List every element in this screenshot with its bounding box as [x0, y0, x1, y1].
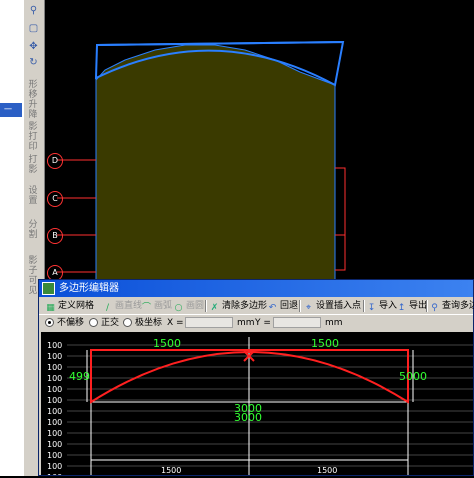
draw-arc-label: 画弧	[154, 301, 173, 311]
toolbar-label-3[interactable]: 打影	[27, 155, 39, 177]
rotate-icon[interactable]: ↻	[27, 56, 40, 69]
undo-icon: ↶	[268, 303, 277, 313]
row-label: 100	[47, 473, 62, 475]
right-dimension-bracket	[335, 167, 346, 271]
dialog-toolbar: ▦ 定义网格 ∕ 画直线 ⌒ 画弧 ○ 画圆 ✗ 清除多边形 ↶ 回退 ⌖ 设置插入点 ↧ 导入…	[39, 298, 474, 314]
radio-orthogonal[interactable]	[89, 318, 98, 327]
clear-polygon-button[interactable]: ✗ 清除多边形	[209, 299, 267, 313]
draw-circle-button[interactable]: ○ 画圆	[173, 299, 204, 313]
left-panel: 一	[0, 0, 24, 476]
row-label: 100	[47, 429, 62, 438]
draw-line-button[interactable]: ∕ 画直线	[102, 299, 142, 313]
set-insert-point-button[interactable]: ⌖ 设置插入点	[303, 299, 361, 313]
right-dimension: 5000	[399, 370, 427, 383]
x-label: X =	[167, 318, 184, 328]
bottom-dimension-right: 1500	[317, 466, 337, 475]
y-unit-label: mm	[325, 318, 343, 328]
radio-orthogonal-label: 正交	[101, 318, 120, 328]
row-label: 100	[47, 407, 62, 416]
row-label: 100	[47, 440, 62, 449]
zoom-window-icon[interactable]: ▢	[27, 22, 40, 35]
toolbar-separator	[299, 300, 301, 312]
y-input[interactable]	[273, 317, 321, 328]
row-label: 100	[47, 363, 62, 372]
row-label: 100	[47, 374, 62, 383]
insert-point-icon: ⌖	[305, 303, 312, 313]
radio-polar-label: 极坐标	[135, 318, 163, 328]
dialog-titlebar[interactable]: 多边形编辑器	[39, 280, 473, 297]
undo-button[interactable]: ↶ 回退	[267, 299, 298, 313]
polygon-drawing: 100 100 100 100 100 100 100 100 100 100 …	[47, 337, 473, 478]
toolbar-label-4[interactable]: 设置	[27, 186, 39, 208]
dialog-options-bar: 不偏移 正交 极坐标 X = mm Y = mm	[39, 314, 473, 331]
y-label: Y =	[255, 318, 271, 328]
line-icon: ∕	[105, 303, 110, 313]
radio-no-offset-label: 不偏移	[57, 318, 85, 328]
query-polygon-label: 查询多边	[442, 301, 474, 311]
polygon-editor-dialog: 多边形编辑器 ▦ 定义网格 ∕ 画直线 ⌒ 画弧 ○ 画圆 ✗ 清除多边形 ↶ 回退 ⌖ 设置…	[38, 279, 474, 478]
cad-drawing	[57, 40, 346, 281]
undo-label: 回退	[280, 301, 299, 311]
row-label: 100	[47, 352, 62, 361]
row-label: 100	[47, 385, 62, 394]
toolbar-label-5[interactable]: 分割	[27, 220, 39, 242]
grid-lines	[67, 344, 473, 478]
search-icon: ⚲	[431, 303, 438, 313]
radio-polar[interactable]	[123, 318, 132, 327]
polygon-drawing-canvas[interactable]: 100 100 100 100 100 100 100 100 100 100 …	[41, 332, 473, 478]
grid-icon: ▦	[46, 303, 55, 313]
export-label: 导出	[409, 301, 428, 311]
draw-line-label: 画直线	[115, 301, 143, 311]
import-button[interactable]: ↧ 导入	[366, 299, 397, 313]
left-dimension: 499	[69, 370, 90, 383]
row-label: 100	[47, 462, 62, 471]
define-grid-button[interactable]: ▦ 定义网格	[45, 299, 94, 313]
arc-chord-line	[96, 41, 344, 46]
pan-icon[interactable]: ✥	[27, 40, 40, 53]
clear-polygon-label: 清除多边形	[222, 301, 268, 311]
app-icon	[42, 282, 55, 295]
toolbar-separator	[426, 300, 428, 312]
x-unit-label: mm	[237, 318, 255, 328]
set-insert-point-label: 设置插入点	[316, 301, 362, 311]
left-panel-selected-item[interactable]: 一	[0, 103, 22, 117]
export-button[interactable]: ↥ 导出	[396, 299, 427, 313]
export-icon: ↥	[397, 303, 406, 313]
import-icon: ↧	[367, 303, 376, 313]
toolbar-label-1[interactable]: 形移升降	[27, 80, 39, 120]
draw-arc-button[interactable]: ⌒ 画弧	[141, 299, 172, 313]
x-input[interactable]	[185, 317, 233, 328]
import-label: 导入	[379, 301, 398, 311]
row-label: 100	[47, 396, 62, 405]
axis-label-b: B	[47, 228, 63, 244]
define-grid-label: 定义网格	[58, 301, 95, 311]
circle-icon: ○	[174, 303, 183, 313]
cad-canvas[interactable]: D C B A	[45, 0, 474, 281]
draw-circle-label: 画圆	[186, 301, 205, 311]
clear-icon: ✗	[210, 303, 219, 313]
bottom-dimension-left: 1500	[161, 466, 181, 475]
query-polygon-button[interactable]: ⚲ 查询多边	[429, 299, 474, 313]
top-dimension-right: 1500	[311, 337, 339, 350]
axis-label-c: C	[47, 191, 63, 207]
row-label: 100	[47, 418, 62, 427]
dialog-title: 多边形编辑器	[59, 283, 119, 294]
slab-region[interactable]	[95, 44, 336, 281]
top-dimension-left: 1500	[153, 337, 181, 350]
zoom-icon[interactable]: ⚲	[27, 4, 40, 17]
axis-label-d: D	[47, 153, 63, 169]
arc-icon: ⌒	[141, 303, 151, 313]
row-label: 100	[47, 451, 62, 460]
center-dimension-lower: 3000	[234, 411, 262, 424]
radio-no-offset[interactable]	[45, 318, 54, 327]
toolbar-label-2[interactable]: 影打印	[27, 122, 39, 152]
toolbar-separator	[363, 300, 365, 312]
row-label: 100	[47, 341, 62, 350]
toolbar-separator	[205, 300, 207, 312]
